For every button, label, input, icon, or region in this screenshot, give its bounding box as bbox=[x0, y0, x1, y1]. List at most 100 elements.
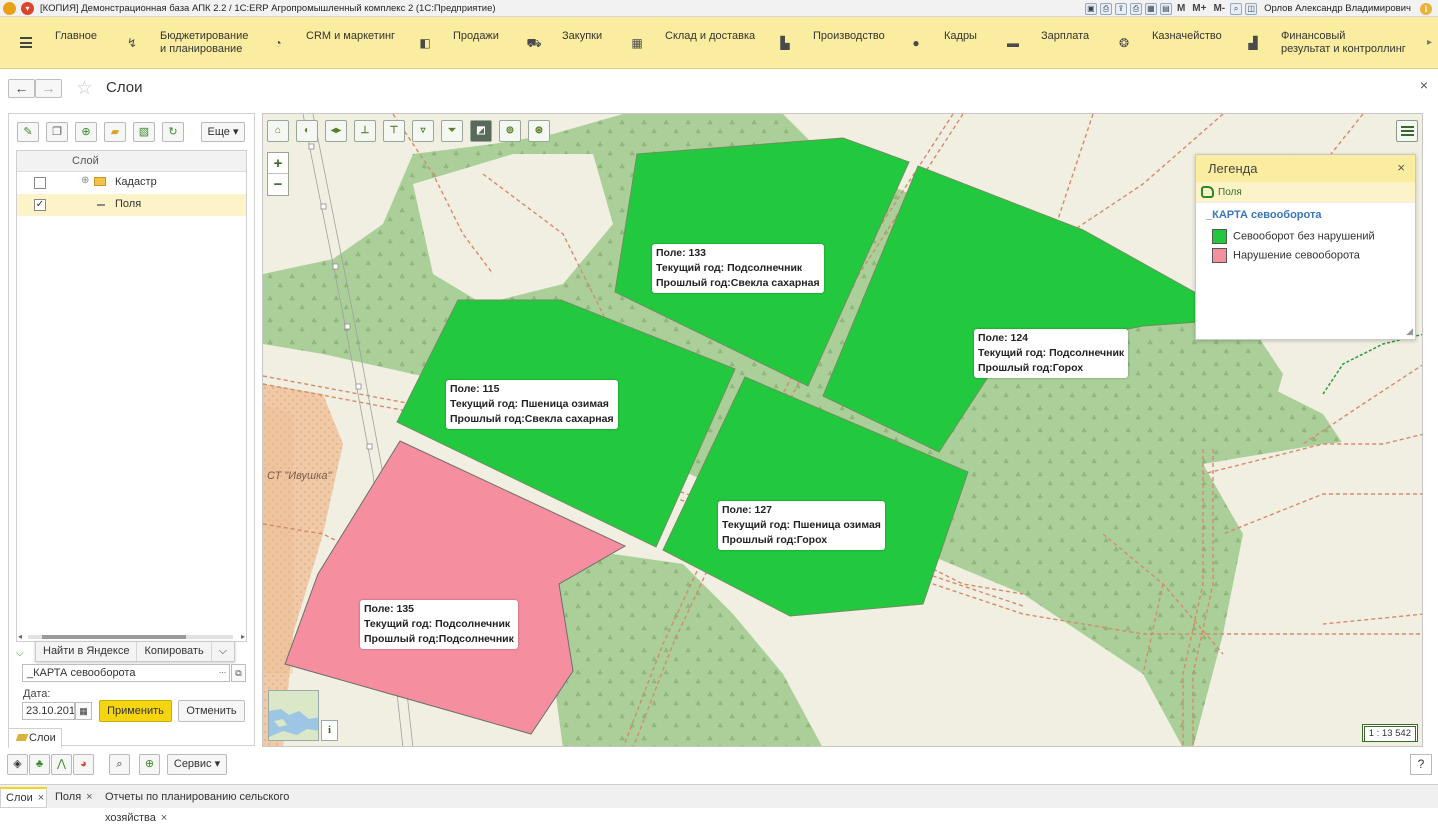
window-tab-reports[interactable]: Отчеты по планированию сельского хозяйст… bbox=[100, 787, 340, 824]
refresh-icon[interactable]: ↻ bbox=[162, 122, 184, 142]
date-field[interactable]: 23.10.2018 bbox=[22, 702, 75, 720]
add-layer-icon[interactable]: ⊕ bbox=[75, 122, 97, 142]
section-finance[interactable]: ▟ Финансовый результат и контроллинг bbox=[1245, 17, 1415, 69]
field-label-124[interactable]: Поле: 124 Текущий год: Подсолнечник Прошлы… bbox=[974, 329, 1129, 378]
home-icon[interactable]: ⌂ bbox=[267, 120, 289, 142]
legend-layer-row[interactable]: Поля bbox=[1196, 182, 1415, 203]
favorite-star-icon[interactable]: ☆ bbox=[76, 77, 93, 100]
legend-close-button[interactable]: × bbox=[1397, 160, 1405, 175]
tree-label: Кадастр bbox=[115, 176, 157, 188]
select-map-button[interactable]: ... bbox=[216, 665, 229, 681]
help-button[interactable]: ? bbox=[1410, 754, 1432, 775]
calculator-icon[interactable]: ▦ bbox=[1144, 2, 1157, 15]
sections-scroll-icon[interactable]: ▸ bbox=[1427, 37, 1432, 48]
back-button[interactable]: ← bbox=[8, 79, 35, 98]
section-treasury[interactable]: ❂ Казначейство bbox=[1116, 17, 1226, 69]
add-folder-icon[interactable]: ▰ bbox=[104, 122, 126, 142]
close-tab-icon[interactable]: × bbox=[161, 812, 167, 824]
gps-icon[interactable]: ⊛ bbox=[528, 120, 550, 142]
location-icon[interactable]: ⊚ bbox=[499, 120, 521, 142]
section-hr[interactable]: ● Кадры bbox=[908, 17, 988, 69]
copy-item[interactable]: Копировать bbox=[137, 642, 212, 661]
close-tab-icon[interactable]: × bbox=[86, 791, 92, 803]
info-icon[interactable]: i bbox=[1420, 2, 1432, 15]
calendar-icon[interactable]: ▤ bbox=[1159, 2, 1172, 15]
measure-length-icon[interactable]: ⊥ bbox=[354, 120, 376, 142]
chart-line-icon[interactable]: ⋀ bbox=[51, 754, 72, 775]
memory-button[interactable]: M bbox=[1175, 3, 1187, 14]
layers-icon[interactable]: ◈ bbox=[7, 754, 28, 775]
target-icon[interactable]: ⊕ bbox=[139, 754, 160, 775]
field-label-127[interactable]: Поле: 127 Текущий год: Пшеница озимая Прош… bbox=[718, 501, 885, 550]
save-icon[interactable]: ▣ bbox=[1084, 2, 1097, 15]
collapse-chevron-icon[interactable]: ⌵ bbox=[16, 648, 24, 659]
pie-chart-icon[interactable]: ◕ bbox=[73, 754, 94, 775]
pan-arrows-icon[interactable]: ◂▸ bbox=[325, 120, 347, 142]
copy-layer-icon[interactable]: ❐ bbox=[46, 122, 68, 142]
upload-icon[interactable]: ⇪ bbox=[1114, 2, 1127, 15]
user-name[interactable]: Орлов Александр Владимирович bbox=[1264, 3, 1411, 14]
zoom-control: + − bbox=[267, 152, 289, 196]
resize-grip-icon[interactable]: ◢ bbox=[1406, 326, 1413, 337]
section-production[interactable]: ▙ Производство bbox=[777, 17, 887, 69]
expand-icon[interactable]: ⊕ bbox=[81, 175, 89, 186]
tab-layers[interactable]: Слои bbox=[8, 728, 62, 748]
map-legend: Легенда × Поля _КАРТА севооборота Севооб… bbox=[1195, 154, 1416, 340]
cancel-button[interactable]: Отменить bbox=[178, 700, 245, 722]
calendar-icon[interactable]: ▦ bbox=[75, 702, 92, 720]
section-crm[interactable]: ◔ CRM и маркетинг bbox=[270, 17, 400, 69]
close-form-button[interactable]: × bbox=[1420, 77, 1428, 93]
apply-button[interactable]: Применить bbox=[99, 700, 172, 722]
memory-minus-button[interactable]: M- bbox=[1211, 3, 1227, 14]
print-icon[interactable]: ⎙ bbox=[1099, 2, 1112, 15]
search-icon[interactable]: ⌕ bbox=[109, 754, 130, 775]
zoom-icon[interactable]: ⌕ bbox=[1230, 2, 1243, 15]
measure-area-icon[interactable]: ⊤ bbox=[383, 120, 405, 142]
checkbox-fields[interactable]: ✓ bbox=[34, 199, 46, 211]
panels-icon[interactable]: ◫ bbox=[1245, 2, 1258, 15]
main-menu-icon[interactable]: ▾ bbox=[21, 1, 34, 15]
section-budget[interactable]: ↯ Бюджетирование и планирование bbox=[124, 17, 259, 69]
scroll-thumb[interactable] bbox=[42, 635, 186, 639]
section-warehouse[interactable]: ▦ Склад и доставка bbox=[629, 17, 759, 69]
filter-icon[interactable]: ⏷ bbox=[441, 120, 463, 142]
app-logo-icon bbox=[3, 1, 16, 15]
tree-row-cadastre[interactable]: ⊕ Кадастр bbox=[17, 172, 246, 194]
map-select-field[interactable]: _КАРТА севооборота bbox=[22, 664, 230, 682]
zoom-in-button[interactable]: + bbox=[268, 153, 288, 174]
chevron-down-icon[interactable]: ⌵ bbox=[212, 642, 234, 661]
section-purchases[interactable]: ⛟ Закупки bbox=[526, 17, 621, 69]
layer-settings-icon[interactable]: ▧ bbox=[133, 122, 155, 142]
zoom-out-button[interactable]: − bbox=[268, 174, 288, 195]
scroll-right-icon[interactable]: ▸ bbox=[241, 632, 245, 641]
printer-icon[interactable]: ⎙ bbox=[1129, 2, 1142, 15]
more-button[interactable]: Еще ▾ bbox=[201, 122, 245, 142]
service-button[interactable]: Сервис ▾ bbox=[167, 754, 227, 775]
edit-layer-icon[interactable]: ✎ bbox=[17, 122, 39, 142]
scroll-left-icon[interactable]: ◂ bbox=[18, 632, 22, 641]
checkbox-cadastre[interactable] bbox=[34, 177, 46, 189]
close-tab-icon[interactable]: × bbox=[38, 792, 44, 804]
forward-button[interactable]: → bbox=[35, 79, 62, 98]
section-salary[interactable]: ▬ Зарплата bbox=[1005, 17, 1095, 69]
cart-icon: ⛟ bbox=[526, 36, 542, 50]
field-label-135[interactable]: Поле: 135 Текущий год: Подсолнечник Прошлы… bbox=[360, 600, 518, 649]
map-view[interactable]: ♣ ♣ bbox=[262, 113, 1423, 747]
field-label-133[interactable]: Поле: 133 Текущий год: Подсолнечник Прошлы… bbox=[652, 244, 824, 293]
find-in-yandex-item[interactable]: Найти в Яндексе bbox=[36, 642, 138, 661]
window-tab-layers[interactable]: Слои × bbox=[0, 787, 47, 808]
tree-icon[interactable]: ♣ bbox=[29, 754, 50, 775]
window-tab-fields[interactable]: Поля × bbox=[50, 787, 97, 808]
field-label-115[interactable]: Поле: 115 Текущий год: Пшеница озимая Прош… bbox=[446, 380, 618, 429]
overview-minimap[interactable] bbox=[268, 690, 319, 741]
layer-list-icon[interactable] bbox=[1396, 120, 1418, 142]
tree-row-fields[interactable]: ✓ Поля bbox=[17, 194, 246, 216]
memory-plus-button[interactable]: M+ bbox=[1190, 3, 1208, 14]
draw-polygon-icon[interactable]: ◩ bbox=[470, 120, 492, 142]
section-main[interactable]: Главное bbox=[12, 17, 112, 69]
map-info-button[interactable]: i bbox=[321, 720, 338, 741]
section-sales[interactable]: ◧ Продажи bbox=[417, 17, 517, 69]
info-circle-icon[interactable]: ◐ bbox=[296, 120, 318, 142]
open-map-icon[interactable]: ⧉ bbox=[231, 664, 246, 682]
select-area-icon[interactable]: ▿ bbox=[412, 120, 434, 142]
